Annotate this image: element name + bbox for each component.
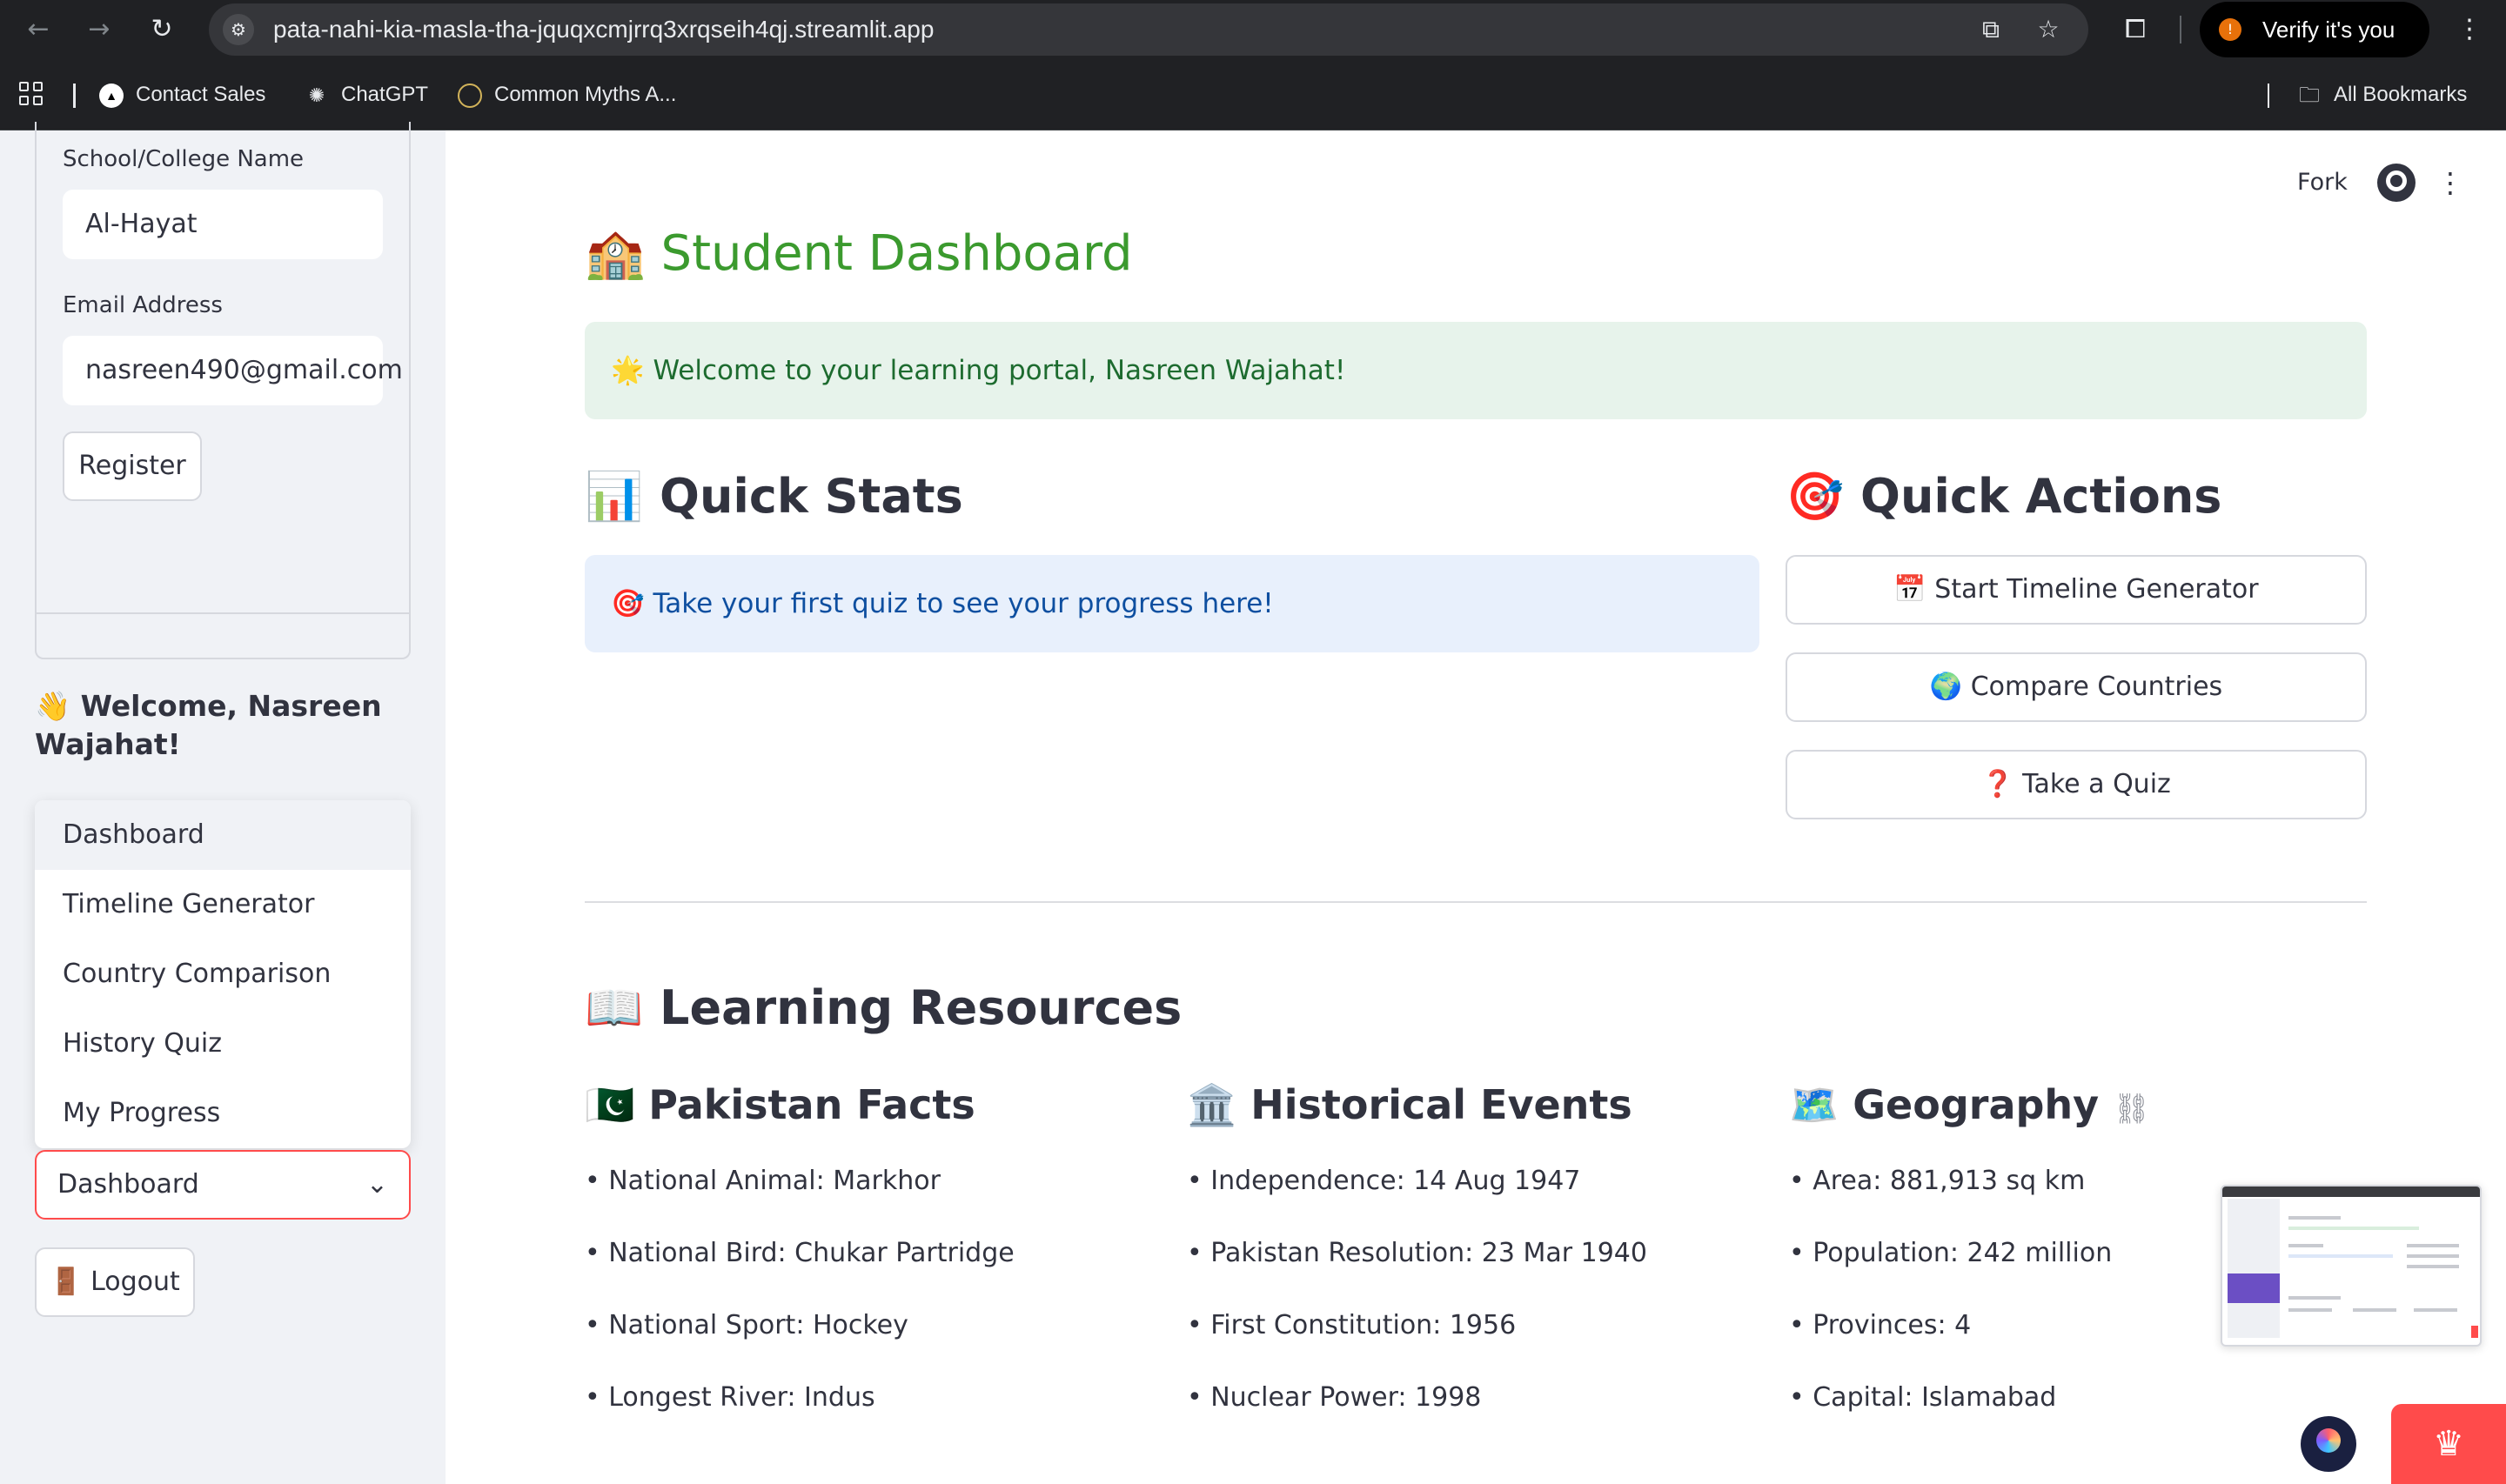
quick-stats-info: 🎯 Take your first quiz to see your progr… — [585, 555, 1759, 652]
list-item: • Capital: Islamabad — [1789, 1382, 2057, 1413]
menu-item-dashboard[interactable]: Dashboard — [35, 800, 411, 870]
page-select[interactable]: Dashboard ⌄ — [35, 1150, 411, 1220]
bookmarks-bar: ▲ Contact Sales ✺ ChatGPT Common Myths A..… — [0, 59, 2506, 130]
chatgpt-icon: ✺ — [308, 84, 325, 106]
list-item: • Provinces: 4 — [1789, 1310, 1972, 1340]
geography-heading-text: 🗺️ Geography — [1789, 1081, 2100, 1128]
menu-item-timeline-generator[interactable]: Timeline Generator — [35, 870, 411, 939]
bookmark-chatgpt[interactable]: ✺ ChatGPT — [305, 77, 428, 113]
circle-icon — [458, 83, 482, 108]
all-bookmarks[interactable]: 🗀 All Bookmarks — [2297, 77, 2467, 113]
list-item: • Longest River: Indus — [585, 1382, 875, 1413]
forward-icon[interactable]: → — [82, 12, 117, 47]
bookmarks-separator — [73, 84, 76, 108]
page-select-dropdown-menu: Dashboard Timeline Generator Country Com… — [35, 800, 411, 1148]
start-timeline-button[interactable]: 📅 Start Timeline Generator — [1786, 555, 2367, 625]
triangle-logo-icon: ▲ — [99, 83, 124, 108]
page-title: 🏫 Student Dashboard — [585, 225, 1133, 282]
bookmark-common-myths[interactable]: Common Myths A... — [458, 77, 676, 113]
menu-item-history-quiz[interactable]: History Quiz — [35, 1009, 411, 1079]
section-divider — [585, 901, 2367, 903]
install-app-icon[interactable]: ⧉ — [1973, 12, 2008, 47]
assistant-bubble-icon[interactable] — [2301, 1416, 2356, 1472]
warning-icon: ! — [2219, 18, 2241, 41]
list-item: • Independence: 14 Aug 1947 — [1187, 1166, 1581, 1196]
page-select-value: Dashboard — [57, 1169, 199, 1200]
profile-label: Verify it's you — [2262, 17, 2395, 43]
list-item: • Nuclear Power: 1998 — [1187, 1382, 1482, 1413]
site-info-icon[interactable]: ⚙ — [223, 14, 254, 45]
school-input[interactable]: Al-Hayat — [63, 190, 383, 259]
menu-item-my-progress[interactable]: My Progress — [35, 1079, 411, 1148]
screenshot-preview-thumbnail[interactable] — [2221, 1185, 2482, 1347]
take-quiz-button[interactable]: ❓ Take a Quiz — [1786, 750, 2367, 819]
logout-button[interactable]: 🚪 Logout — [35, 1247, 195, 1317]
browser-toolbar: ← → ↻ ⚙ pata-nahi-kia-masla-tha-jquqxcmj… — [0, 0, 2506, 59]
streamlit-crown-icon[interactable]: ♛ — [2391, 1404, 2506, 1484]
register-button[interactable]: Register — [63, 431, 202, 501]
profile-button[interactable]: ! Verify it's you — [2200, 2, 2429, 57]
email-input[interactable]: nasreen490@gmail.com — [63, 336, 403, 405]
menu-item-country-comparison[interactable]: Country Comparison — [35, 939, 411, 1009]
extensions-icon[interactable]: ⧠ — [2118, 12, 2153, 47]
back-icon[interactable]: ← — [21, 12, 56, 47]
sidebar: School/College Name Al-Hayat Email Addre… — [0, 122, 446, 1484]
compare-countries-button[interactable]: 🌍 Compare Countries — [1786, 652, 2367, 722]
app-menu-icon[interactable]: ⋮ — [2436, 164, 2464, 202]
fork-button[interactable]: Fork — [2297, 164, 2348, 202]
address-bar[interactable]: ⚙ pata-nahi-kia-masla-tha-jquqxcmjrrq3xr… — [209, 3, 2088, 56]
quick-stats-heading: 📊 Quick Stats — [585, 469, 963, 524]
folder-icon: 🗀 — [2299, 83, 2320, 107]
pakistan-facts-heading: 🇵🇰 Pakistan Facts — [585, 1081, 975, 1128]
list-item: • First Constitution: 1956 — [1187, 1310, 1517, 1340]
toolbar-divider — [2180, 16, 2181, 43]
school-label: School/College Name — [63, 146, 305, 172]
anchor-link-icon[interactable]: ⛓ — [2113, 1083, 2150, 1135]
welcome-alert: 🌟 Welcome to your learning portal, Nasre… — [585, 322, 2367, 419]
list-item: • National Animal: Markhor — [585, 1166, 941, 1196]
apps-grid-icon[interactable] — [19, 82, 45, 108]
sidebar-welcome: 👋 Welcome, Nasreen Wajahat! — [35, 689, 382, 761]
historical-events-heading: 🏛️ Historical Events — [1187, 1081, 1632, 1128]
learning-resources-heading: 📖 Learning Resources — [585, 980, 1183, 1035]
url-text[interactable]: pata-nahi-kia-masla-tha-jquqxcmjrrq3xrqs… — [273, 3, 934, 56]
bookmarks-separator-right — [2268, 84, 2269, 108]
list-item: • Pakistan Resolution: 23 Mar 1940 — [1187, 1238, 1647, 1268]
browser-menu-icon[interactable]: ⋮ — [2452, 12, 2487, 47]
list-item: • National Sport: Hockey — [585, 1310, 908, 1340]
list-item: • Population: 242 million — [1789, 1238, 2113, 1268]
list-item: • National Bird: Chukar Partridge — [585, 1238, 1015, 1268]
bookmark-star-icon[interactable]: ☆ — [2031, 12, 2066, 47]
github-icon[interactable] — [2377, 164, 2416, 202]
geography-heading: 🗺️ Geography ⛓ — [1789, 1079, 2150, 1135]
chevron-down-icon: ⌄ — [365, 1169, 388, 1200]
email-label: Email Address — [63, 292, 223, 318]
list-item: • Area: 881,913 sq km — [1789, 1166, 2086, 1196]
quick-actions-heading: 🎯 Quick Actions — [1786, 469, 2222, 524]
bookmark-contact-sales[interactable]: ▲ Contact Sales — [99, 77, 265, 113]
sidebar-divider — [35, 612, 411, 614]
reload-icon[interactable]: ↻ — [144, 12, 179, 47]
